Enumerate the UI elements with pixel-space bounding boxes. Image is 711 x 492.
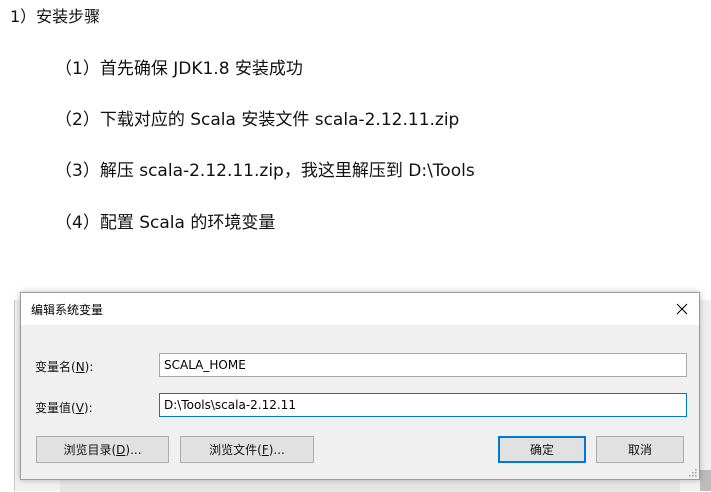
variable-value-label: 变量值(V): xyxy=(35,399,93,416)
step-item-3: （3）解压 scala-2.12.11.zip，我这里解压到 D:\Tools xyxy=(55,161,475,181)
background-window-strip xyxy=(60,478,680,492)
browse-directory-label: 浏览目录( xyxy=(63,443,117,457)
variable-value-label-suffix: ): xyxy=(83,401,93,415)
browse-file-hotkey: F xyxy=(261,442,269,457)
edit-system-variable-dialog: 编辑系统变量 变量名(N): 变量值(V): 浏览目录(D)... 浏览文件(F… xyxy=(20,292,700,480)
variable-name-label-hotkey: N xyxy=(75,360,85,374)
browse-directory-button[interactable]: 浏览目录(D)... xyxy=(36,436,169,463)
variable-name-input[interactable] xyxy=(159,353,687,377)
variable-value-label-text: 变量值( xyxy=(35,401,76,415)
variable-name-label-text: 变量名( xyxy=(35,360,76,374)
browse-directory-hotkey: D xyxy=(116,442,126,457)
close-icon xyxy=(676,303,688,315)
ok-button[interactable]: 确定 xyxy=(498,436,586,463)
variable-value-label-hotkey: V xyxy=(75,401,84,415)
cancel-button[interactable]: 取消 xyxy=(596,436,684,463)
browse-directory-suffix: )... xyxy=(125,442,142,457)
step-item-4: （4）配置 Scala 的环境变量 xyxy=(55,213,276,233)
background-window-edge xyxy=(700,470,711,491)
dialog-title: 编辑系统变量 xyxy=(31,303,104,317)
document-area: 1）安装步骤 （1）首先确保 JDK1.8 安装成功 （2）下载对应的 Scal… xyxy=(0,0,711,270)
step-item-1: （1）首先确保 JDK1.8 安装成功 xyxy=(55,59,303,79)
step-item-2: （2）下载对应的 Scala 安装文件 scala-2.12.11.zip xyxy=(55,110,460,130)
step-heading: 1）安装步骤 xyxy=(10,7,101,26)
browse-file-suffix: )... xyxy=(268,442,285,457)
variable-value-input[interactable] xyxy=(159,393,687,417)
close-button[interactable] xyxy=(665,293,699,325)
resize-grip-icon[interactable] xyxy=(687,467,697,477)
dialog-titlebar[interactable]: 编辑系统变量 xyxy=(21,293,699,325)
browse-file-button[interactable]: 浏览文件(F)... xyxy=(180,436,314,463)
variable-name-label-suffix: ): xyxy=(84,360,94,374)
browse-file-label: 浏览文件( xyxy=(209,443,262,457)
variable-name-label: 变量名(N): xyxy=(35,358,93,375)
